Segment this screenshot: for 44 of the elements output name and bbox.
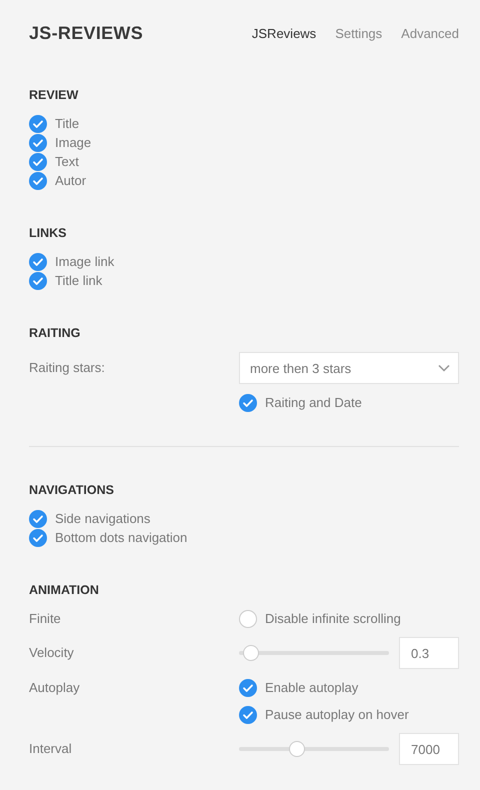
field-label: Raiting stars: (29, 359, 106, 377)
checkbox[interactable] (29, 152, 47, 170)
checkbox-label: Image (55, 135, 92, 150)
radio-button[interactable] (239, 610, 257, 628)
field-label: Velocity (29, 644, 75, 662)
checkbox[interactable] (29, 510, 47, 528)
chevron-down-icon (438, 364, 450, 372)
checkbox-label: Image link (55, 254, 114, 269)
checkbox[interactable] (29, 528, 47, 546)
section-heading: RAITING (29, 325, 82, 341)
section-heading: REVIEW (29, 87, 80, 103)
checkbox-label: Raiting and Date (265, 395, 362, 410)
checkbox[interactable] (239, 394, 257, 412)
checkbox-label: Title link (55, 273, 102, 288)
checkbox[interactable] (29, 252, 47, 270)
checkbox-label: Bottom dots navigation (55, 530, 188, 545)
checkbox-label: Autor (55, 173, 86, 188)
section-heading: NAVIGATIONS (29, 482, 115, 498)
section-heading: ANIMATION (29, 582, 100, 598)
checkbox[interactable] (29, 272, 47, 290)
stars-dropdown[interactable]: more then 3 stars (239, 352, 459, 384)
checkbox-label: Pause autoplay on hover (265, 707, 409, 722)
nav-tab[interactable]: Settings (335, 26, 382, 40)
checkbox[interactable] (29, 114, 47, 132)
checkbox[interactable] (239, 678, 257, 696)
slider-thumb[interactable] (243, 645, 259, 661)
checkbox[interactable] (29, 172, 47, 190)
checkbox-label: Side navigations (55, 511, 150, 526)
radio-label: Disable infinite scrolling (265, 611, 401, 626)
checkbox-label: Text (55, 154, 79, 169)
checkbox[interactable] (239, 706, 257, 724)
field-label: Autoplay (29, 679, 81, 697)
nav-tab[interactable]: Advanced (401, 26, 459, 40)
app-title: JS-REVIEWS (29, 22, 144, 44)
section-heading: LINKS (29, 225, 68, 241)
checkbox-label: Title (55, 116, 80, 131)
checkbox[interactable] (29, 134, 47, 152)
number-field[interactable]: 7000 (399, 733, 459, 765)
number-field[interactable]: 0.3 (399, 637, 459, 669)
field-label: Finite (29, 610, 62, 628)
nav-tab[interactable]: JSReviews (252, 26, 316, 40)
checkbox-label: Enable autoplay (265, 680, 358, 695)
field-label: Interval (29, 740, 73, 758)
slider-thumb[interactable] (289, 741, 306, 757)
